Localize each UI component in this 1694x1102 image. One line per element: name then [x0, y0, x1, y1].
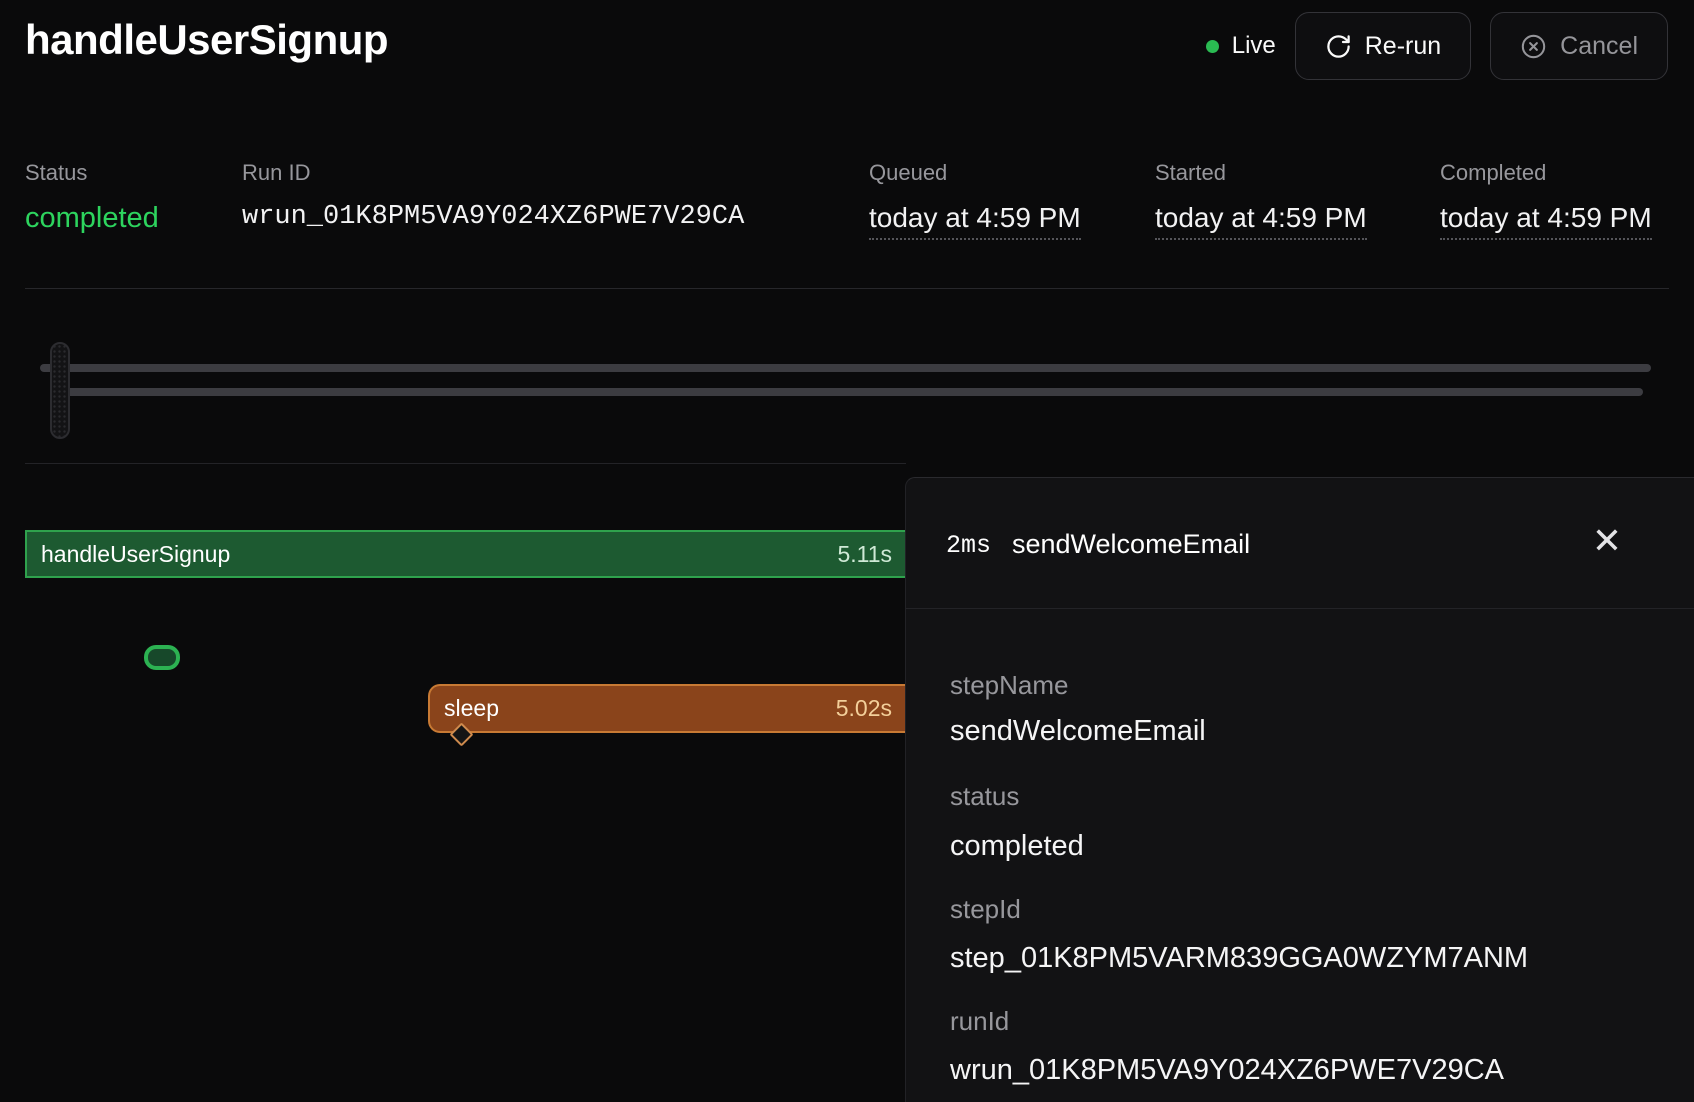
- timeline-bar-sleep[interactable]: sleep 5.02s: [428, 684, 906, 733]
- queued-timestamp: today at 4:59 PM: [869, 202, 1081, 240]
- timeline-minimap[interactable]: [0, 330, 1694, 450]
- minimap-span-sleep: [59, 388, 1643, 396]
- started-timestamp: today at 4:59 PM: [1155, 202, 1367, 240]
- meta-queued-label: Queued: [869, 160, 1081, 186]
- cancel-label: Cancel: [1560, 32, 1638, 61]
- meta-queued: Queued today at 4:59 PM: [869, 160, 1081, 240]
- step-details-header: 2ms sendWelcomeEmail ✕: [906, 478, 1694, 609]
- detail-label-status: status: [950, 781, 1019, 812]
- cancel-circle-x-icon: [1520, 33, 1547, 60]
- minimap-span-root: [40, 364, 1651, 372]
- meta-started-label: Started: [1155, 160, 1367, 186]
- status-badge: completed: [25, 202, 159, 235]
- meta-run-id: Run ID wrun_01K8PM5VA9Y024XZ6PWE7V29CA: [242, 160, 744, 232]
- detail-value-stepname: sendWelcomeEmail: [950, 715, 1206, 748]
- detail-value-status: completed: [950, 830, 1084, 863]
- detail-label-runid: runId: [950, 1006, 1009, 1037]
- timeline-brush-handle[interactable]: [50, 342, 70, 439]
- live-indicator: Live: [1206, 32, 1276, 60]
- live-dot-icon: [1206, 40, 1219, 53]
- step-details-panel: 2ms sendWelcomeEmail ✕ stepName sendWelc…: [905, 477, 1694, 1102]
- bar-label: sleep: [444, 695, 499, 722]
- bar-duration: 5.02s: [836, 695, 892, 722]
- live-label: Live: [1232, 32, 1276, 60]
- refresh-icon: [1325, 33, 1352, 60]
- detail-label-stepname: stepName: [950, 670, 1069, 701]
- workflow-run-page: handleUserSignup Live Re-run Cancel Stat…: [0, 0, 1694, 1102]
- close-panel-button[interactable]: ✕: [1582, 514, 1632, 568]
- completed-timestamp: today at 4:59 PM: [1440, 202, 1652, 240]
- step-title: sendWelcomeEmail: [1012, 529, 1250, 560]
- page-title: handleUserSignup: [25, 16, 388, 64]
- close-icon: ✕: [1592, 520, 1622, 561]
- meta-completed: Completed today at 4:59 PM: [1440, 160, 1652, 240]
- detail-value-runid: wrun_01K8PM5VA9Y024XZ6PWE7V29CA: [950, 1054, 1504, 1087]
- timeline-step-pill-sendwelcomeemail[interactable]: [144, 645, 180, 670]
- top-actions: Live Re-run Cancel: [1206, 12, 1668, 80]
- step-duration: 2ms: [946, 531, 991, 560]
- run-id-value: wrun_01K8PM5VA9Y024XZ6PWE7V29CA: [242, 202, 744, 232]
- meta-status: Status completed: [25, 160, 159, 235]
- timeline-bar-handleusersignup[interactable]: handleUserSignup 5.11s: [25, 530, 906, 578]
- detail-label-stepid: stepId: [950, 894, 1021, 925]
- detail-value-stepid: step_01K8PM5VARM839GGA0WZYM7ANM: [950, 942, 1528, 975]
- meta-run-id-label: Run ID: [242, 160, 744, 186]
- divider: [25, 463, 906, 464]
- meta-started: Started today at 4:59 PM: [1155, 160, 1367, 240]
- rerun-button[interactable]: Re-run: [1295, 12, 1471, 80]
- rerun-label: Re-run: [1365, 32, 1441, 61]
- meta-status-label: Status: [25, 160, 159, 186]
- bar-label: handleUserSignup: [41, 541, 230, 568]
- meta-completed-label: Completed: [1440, 160, 1652, 186]
- divider: [25, 288, 1669, 289]
- bar-duration: 5.11s: [837, 541, 892, 568]
- cancel-button[interactable]: Cancel: [1490, 12, 1668, 80]
